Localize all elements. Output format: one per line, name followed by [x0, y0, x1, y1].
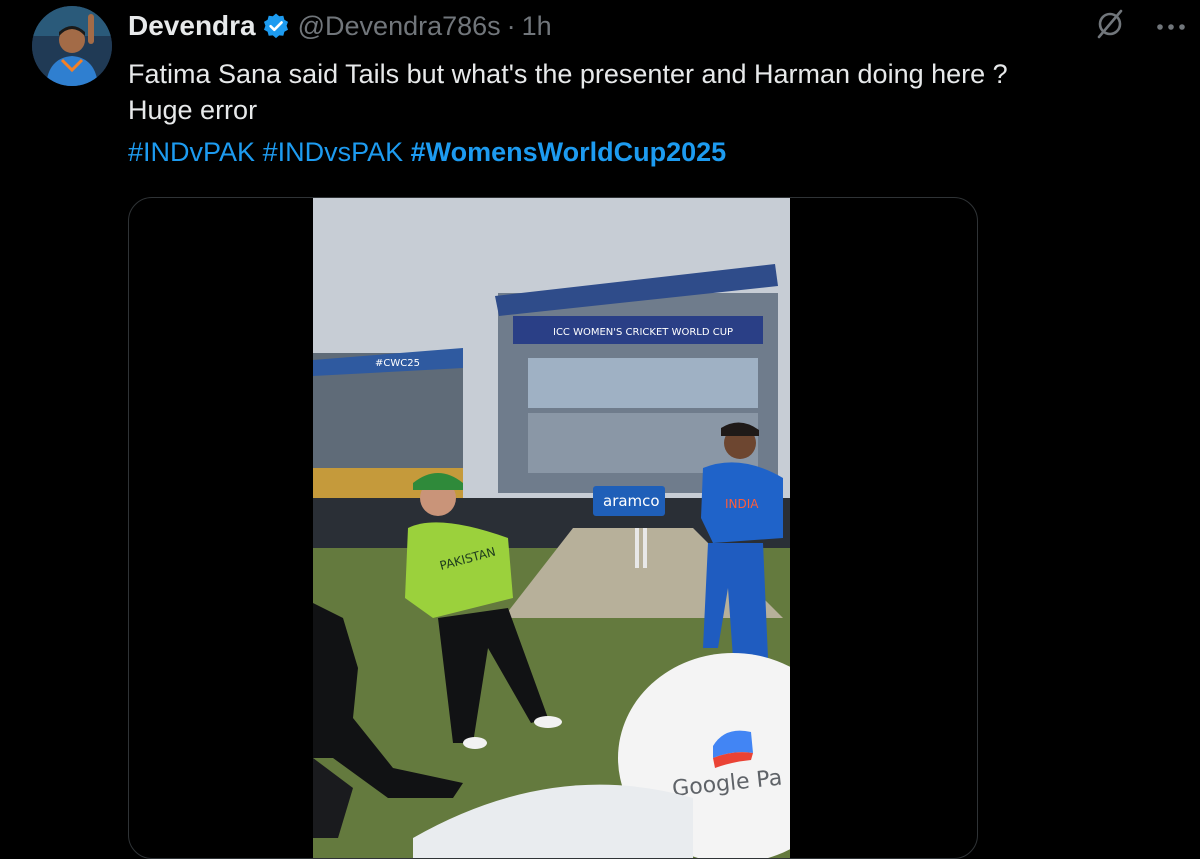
hashtag-womensworldcup2025[interactable]: #WomensWorldCup2025 [411, 137, 727, 167]
hashtag-indvpak[interactable]: #INDvPAK [128, 137, 255, 167]
grok-slash-icon[interactable] [1094, 8, 1126, 45]
tweet-header: Devendra @Devendra786s · 1h [128, 8, 552, 44]
tweet: Devendra @Devendra786s · 1h Fatima Sana … [0, 0, 1200, 859]
separator-dot: · [506, 10, 516, 41]
author-name[interactable]: Devendra [128, 10, 256, 42]
verified-badge-icon [262, 12, 290, 40]
tweet-actions-top [1094, 8, 1186, 45]
timestamp[interactable]: 1h [522, 11, 552, 42]
avatar-icon [32, 6, 112, 86]
hashtag-indvspak[interactable]: #INDvsPAK [263, 137, 404, 167]
tweet-line-1: Fatima Sana said Tails but what's the pr… [128, 59, 1008, 89]
hashtag-row: #INDvPAK #INDvsPAK #WomensWorldCup2025 [128, 134, 726, 170]
avatar[interactable] [32, 6, 112, 86]
jersey-right-text: INDIA [725, 497, 759, 511]
aramco-board-text: aramco [603, 492, 660, 510]
left-banner-text: #CWC25 [375, 358, 420, 369]
tweet-line-2: Huge error [128, 95, 258, 125]
stand-banner-text: ICC WOMEN'S CRICKET WORLD CUP [553, 327, 733, 338]
more-options-icon[interactable] [1156, 18, 1186, 36]
tweet-text: Fatima Sana said Tails but what's the pr… [128, 56, 1168, 128]
video-scene-image: ICC WOMEN'S CRICKET WORLD CUP #CWC25 ara… [313, 198, 790, 858]
video-frame[interactable]: ICC WOMEN'S CRICKET WORLD CUP #CWC25 ara… [313, 198, 790, 858]
media-card[interactable]: ICC WOMEN'S CRICKET WORLD CUP #CWC25 ara… [128, 197, 978, 859]
author-handle[interactable]: @Devendra786s [298, 11, 501, 42]
